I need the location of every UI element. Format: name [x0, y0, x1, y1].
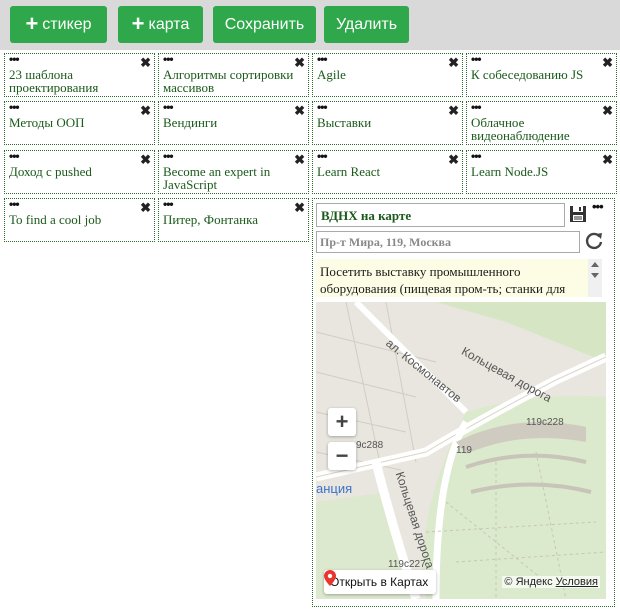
add-sticker-label: стикер — [42, 15, 92, 33]
sticker[interactable]: ••• ✖ Методы ООП — [4, 101, 155, 145]
sticker[interactable]: ••• ✖ Learn React — [312, 150, 463, 194]
sticker-text[interactable]: Выставки — [317, 116, 456, 129]
map-card: ВДНХ на карте ••• Пр-т Мира, 119, Москва… — [312, 198, 615, 607]
sticker-text[interactable]: Методы ООП — [9, 116, 148, 129]
open-in-maps-label: Открыть в Картах — [330, 575, 429, 589]
add-sticker-button[interactable]: + стикер — [10, 6, 107, 43]
building-label: 119с228 — [526, 417, 564, 428]
sticker-text[interactable]: Learn Node.JS — [471, 165, 610, 178]
add-map-label: карта — [148, 15, 190, 33]
zoom-out-button[interactable]: − — [328, 442, 356, 470]
menu-dots-icon[interactable]: ••• — [471, 151, 482, 163]
save-button[interactable]: Сохранить — [213, 6, 316, 43]
copyright-text: © Яндекс — [504, 576, 553, 588]
sticker-text[interactable]: Доход с pushed — [9, 165, 148, 178]
sticker[interactable]: ••• ✖ Learn Node.JS — [466, 150, 617, 194]
building-label: 119с227 — [388, 559, 426, 570]
scroll-up-icon[interactable] — [591, 262, 599, 267]
plus-icon: + — [131, 10, 145, 36]
menu-dots-icon[interactable]: ••• — [163, 54, 174, 66]
terms-link[interactable]: Условия — [556, 576, 598, 588]
delete-label: Удалить — [335, 15, 398, 33]
menu-dots-icon[interactable]: ••• — [163, 151, 174, 163]
sticker-text[interactable]: Become an expert in JavaScript — [163, 165, 302, 191]
zoom-in-button[interactable]: + — [328, 408, 356, 436]
menu-dots-icon[interactable]: ••• — [592, 199, 604, 214]
station-label: анция — [316, 481, 353, 496]
sticker-text[interactable]: To find a cool job — [9, 213, 148, 226]
map-copyright: © Яндекс Условия — [502, 576, 600, 588]
sticker[interactable]: ••• ✖ Become an expert in JavaScript — [158, 150, 309, 194]
map-view[interactable]: ал. Космонавтов Кольцевая дорога Кольцев… — [316, 302, 606, 599]
menu-dots-icon[interactable]: ••• — [9, 151, 20, 163]
menu-dots-icon[interactable]: ••• — [317, 102, 328, 114]
menu-dots-icon[interactable]: ••• — [163, 199, 174, 211]
sticker[interactable]: ••• ✖ Алгоритмы сортировки массивов — [158, 53, 309, 97]
sticker-text[interactable]: Алгоритмы сортировки массивов — [163, 68, 302, 94]
sticker-text[interactable]: Вендинги — [163, 116, 302, 129]
sticker-text[interactable]: К собеседованию JS — [471, 68, 610, 81]
plus-icon: + — [25, 10, 39, 36]
refresh-icon[interactable] — [584, 231, 604, 256]
menu-dots-icon[interactable]: ••• — [471, 102, 482, 114]
menu-dots-icon[interactable]: ••• — [9, 102, 20, 114]
sticker[interactable]: ••• ✖ Доход с pushed — [4, 150, 155, 194]
sticker[interactable]: ••• ✖ Питер, Фонтанка — [158, 198, 309, 242]
sticker-text[interactable]: Learn React — [317, 165, 456, 178]
sticker-text[interactable]: Питер, Фонтанка — [163, 213, 302, 226]
menu-dots-icon[interactable]: ••• — [9, 199, 20, 211]
menu-dots-icon[interactable]: ••• — [317, 151, 328, 163]
sticker[interactable]: ••• ✖ To find a cool job — [4, 198, 155, 242]
menu-dots-icon[interactable]: ••• — [163, 102, 174, 114]
sticker[interactable]: ••• ✖ Вендинги — [158, 101, 309, 145]
scroll-down-icon[interactable] — [591, 273, 599, 278]
menu-dots-icon[interactable]: ••• — [317, 54, 328, 66]
sticker[interactable]: ••• ✖ Выставки — [312, 101, 463, 145]
sticker-text[interactable]: 23 шаблона проектирования — [9, 68, 148, 94]
sticker-text[interactable]: Облачное видеонаблюдение — [471, 116, 610, 142]
open-in-maps-button[interactable]: Открыть в Картах — [324, 570, 437, 594]
sticker[interactable]: ••• ✖ К собеседованию JS — [466, 53, 617, 97]
sticker[interactable]: ••• ✖ Облачное видеонаблюдение — [466, 101, 617, 145]
map-pin-icon — [324, 570, 336, 586]
description-textarea[interactable]: Посетить выставку промышленного оборудов… — [316, 259, 602, 297]
sticker[interactable]: ••• ✖ Agile — [312, 53, 463, 97]
description-scrollbar[interactable] — [588, 259, 602, 297]
map-title-input[interactable]: ВДНХ на карте — [316, 203, 565, 227]
menu-dots-icon[interactable]: ••• — [471, 54, 482, 66]
address-input[interactable]: Пр-т Мира, 119, Москва — [316, 231, 580, 253]
sticker[interactable]: ••• ✖ 23 шаблона проектирования — [4, 53, 155, 97]
menu-dots-icon[interactable]: ••• — [9, 54, 20, 66]
building-label: 9с288 — [356, 440, 384, 451]
save-label: Сохранить — [224, 15, 305, 33]
delete-button[interactable]: Удалить — [324, 6, 409, 43]
building-label: 119 — [456, 445, 472, 456]
save-icon[interactable] — [569, 205, 587, 228]
toolbar: + стикер + карта Сохранить Удалить — [0, 0, 620, 50]
sticker-text[interactable]: Agile — [317, 68, 456, 81]
add-map-button[interactable]: + карта — [118, 6, 203, 43]
